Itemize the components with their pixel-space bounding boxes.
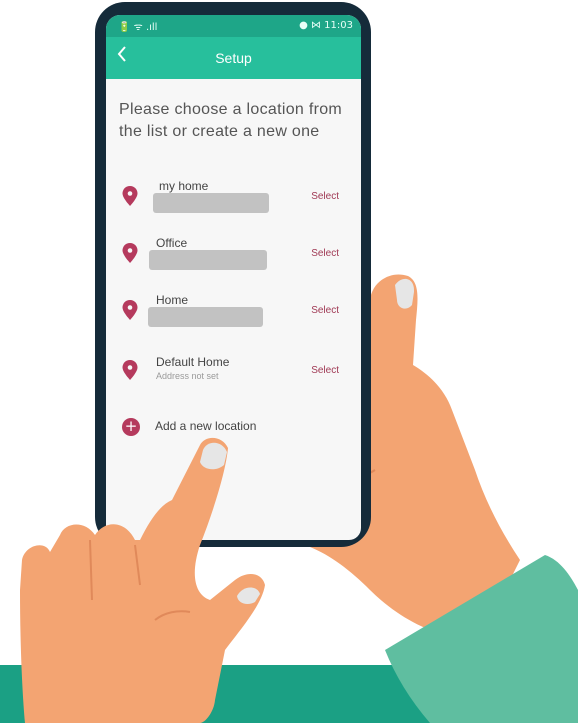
pointing-hand-illustration — [20, 437, 265, 723]
